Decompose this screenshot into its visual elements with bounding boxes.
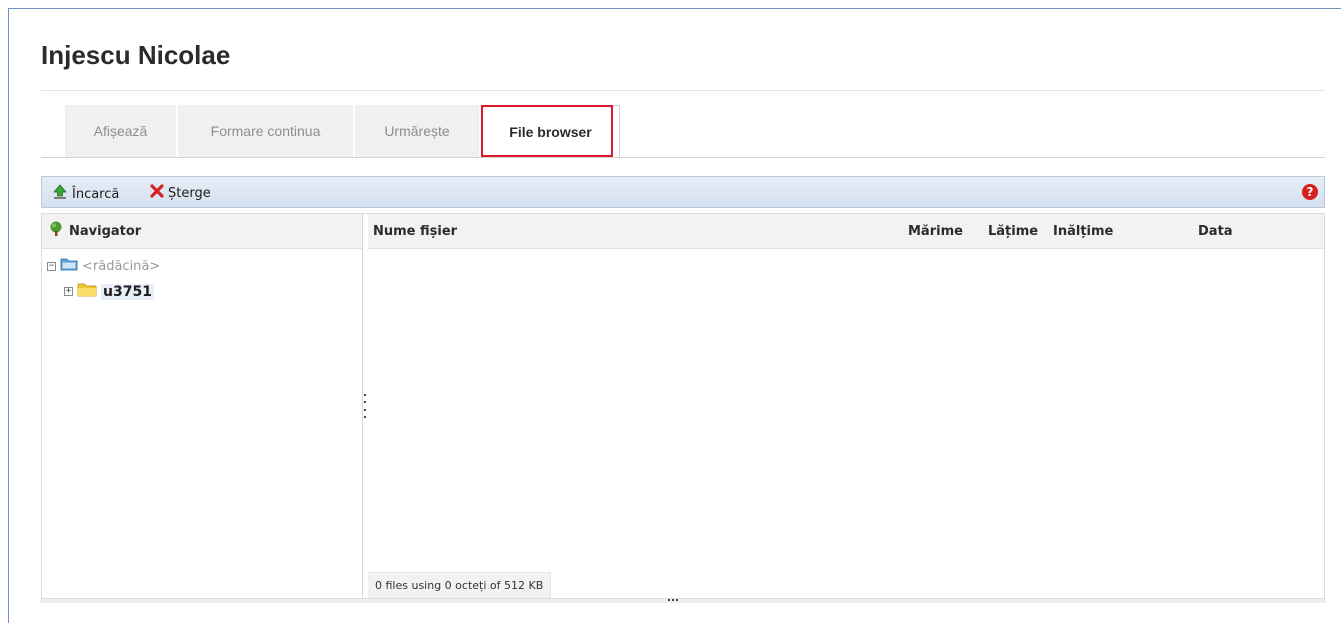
- tree-node-root[interactable]: − <rădăcină>: [47, 257, 160, 275]
- column-header-name[interactable]: Nume fișier: [373, 224, 457, 239]
- folder-yellow-icon: [77, 282, 97, 301]
- tree-label-root: <rădăcină>: [82, 258, 161, 274]
- files-pane: Nume fișier Mărime Lățime Inălțime Data …: [368, 214, 1324, 602]
- collapse-toggle[interactable]: −: [47, 261, 56, 271]
- horizontal-splitter[interactable]: [42, 598, 1324, 603]
- tree-label-u3751: u3751: [101, 283, 154, 300]
- tab-file-browser[interactable]: File browser: [481, 105, 620, 158]
- tree-node-u3751[interactable]: + u3751: [64, 282, 154, 301]
- column-header-width[interactable]: Lățime: [988, 224, 1038, 239]
- column-header-height[interactable]: Inălțime: [1053, 224, 1113, 239]
- tab-formare-continua[interactable]: Formare continua: [178, 105, 353, 157]
- expand-toggle[interactable]: +: [64, 287, 73, 296]
- delete-button[interactable]: Șterge: [150, 184, 211, 202]
- status-bar: 0 files using 0 octeți of 512 KB: [368, 572, 552, 598]
- help-icon[interactable]: ?: [1302, 184, 1318, 200]
- status-text: 0 files using 0 octeți of 512 KB: [375, 579, 544, 592]
- upload-button[interactable]: Încarcă: [52, 184, 119, 204]
- navigator-pane: Navigator − <rădăcină> + u3751: [42, 214, 363, 602]
- tabs-divider: [41, 157, 1325, 158]
- tab-file-browser-label: File browser: [509, 123, 592, 140]
- tab-urmareste[interactable]: Urmărește: [355, 105, 479, 157]
- tab-afiseaza[interactable]: Afișează: [65, 105, 176, 157]
- file-browser-panel: Navigator − <rădăcină> + u3751 Nume fiși…: [41, 213, 1325, 603]
- title-divider: [41, 90, 1325, 91]
- column-header-size[interactable]: Mărime: [908, 224, 963, 239]
- page-title: Injescu Nicolae: [41, 40, 231, 70]
- files-list-area: [368, 249, 1324, 572]
- files-table-header: Nume fișier Mărime Lățime Inălțime Data: [368, 214, 1324, 249]
- upload-label: Încarcă: [72, 186, 120, 202]
- navigator-header: Navigator: [42, 214, 362, 249]
- folder-blue-icon: [60, 257, 78, 275]
- tree-icon: [48, 221, 64, 241]
- delete-label: Șterge: [168, 185, 211, 201]
- upload-arrow-icon: [52, 184, 68, 204]
- navigator-title: Navigator: [69, 223, 142, 239]
- file-toolbar: Încarcă Șterge ?: [41, 176, 1325, 208]
- column-header-date[interactable]: Data: [1198, 224, 1233, 239]
- red-x-icon: [150, 184, 164, 202]
- horizontal-splitter-grip[interactable]: [668, 599, 678, 601]
